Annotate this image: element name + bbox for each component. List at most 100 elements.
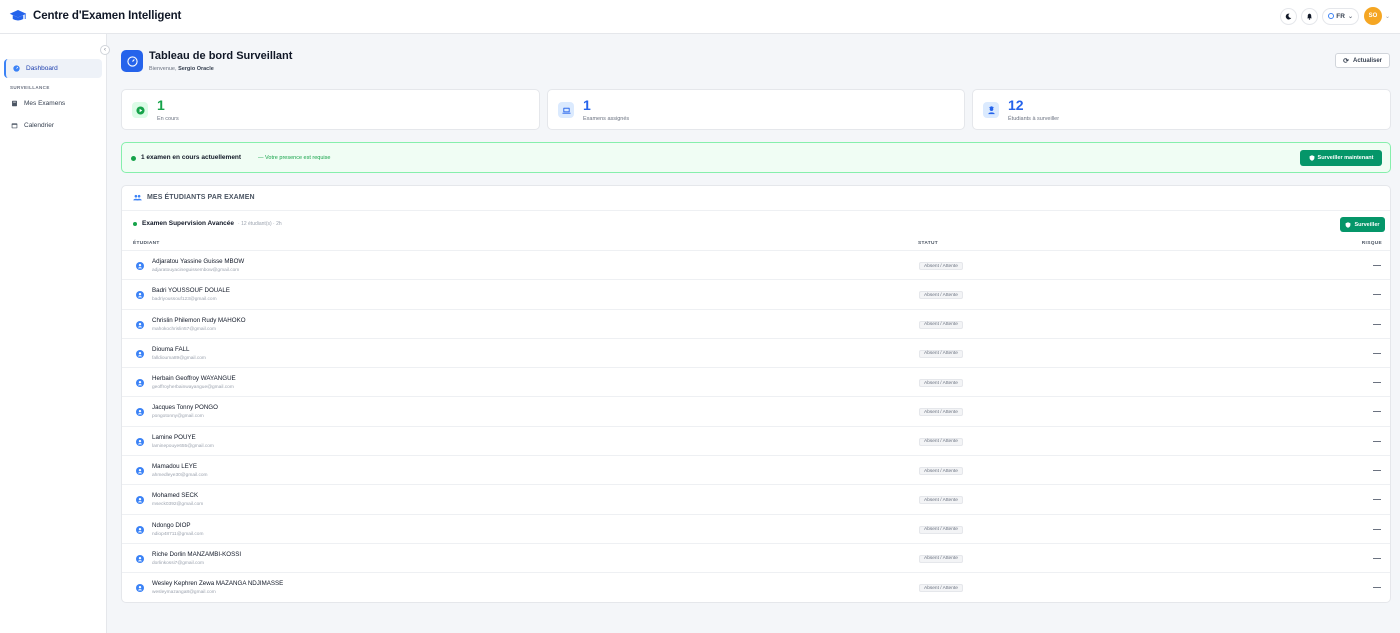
table-row[interactable]: Chrislin Philemon Rudy MAHOKO mahokochris… [122, 308, 1390, 338]
status-badge: Absent / Attente [919, 525, 963, 534]
table-row[interactable]: Mohamed SECK mseck0392@gmail.com Absent / … [122, 484, 1390, 513]
risk-value [1373, 294, 1381, 296]
sidebar-section-label: SURVEILLANCE [10, 85, 50, 90]
exam-name: Examen Supervision Avancée [142, 220, 235, 227]
top-bar: Centre d'Examen Intelligent FR ⌄ SO ⌄ [0, 0, 1400, 34]
student-name: Chrislin Philemon Rudy MAHOKO [152, 316, 246, 324]
user-icon [136, 408, 144, 417]
stat-value: 12 [1008, 97, 1024, 113]
user-icon [136, 554, 144, 563]
student-name: Jacques Tonny PONGO [152, 404, 218, 412]
risk-value [1373, 528, 1381, 530]
sidebar-collapse-button[interactable]: ‹ [100, 45, 110, 55]
exam-header: Examen Supervision Avancée · 12 étudiant… [133, 220, 282, 227]
status-badge: Absent / Attente [919, 379, 963, 388]
globe-icon [1328, 13, 1335, 19]
user-icon [136, 262, 144, 270]
alert-title: 1 examen en cours actuellement [141, 154, 242, 161]
sidebar-item-label: Dashboard [26, 65, 58, 72]
student-name: Riche Dorlin MANZAMBI-KOSSI [152, 550, 242, 558]
surveiller-maintenant-button[interactable]: Surveiller maintenant [1300, 150, 1382, 166]
status-badge: Absent / Attente [919, 467, 963, 476]
status-badge: Absent / Attente [919, 262, 963, 270]
student-email: ahmedleye30@gmail.com [152, 473, 208, 479]
stat-label: Examens assignés [583, 116, 630, 122]
notifications-button[interactable] [1301, 7, 1319, 25]
brand[interactable]: Centre d'Examen Intelligent [9, 9, 181, 23]
user-icon [136, 437, 144, 446]
book-icon [11, 100, 18, 107]
user-avatar[interactable]: SO [1363, 7, 1382, 25]
student-email: badriyoussouf123@gmail.com [152, 297, 217, 303]
status-badge: Absent / Attente [919, 320, 963, 329]
chevron-down-icon: ⌄ [1347, 13, 1353, 20]
table-row[interactable]: Diouma FALL falldiouma89@gmail.com Absent … [122, 337, 1390, 367]
column-header-risk: RISQUE [1361, 241, 1382, 246]
user-icon [136, 320, 144, 329]
users-icon [133, 194, 142, 201]
status-badge: Absent / Attente [919, 554, 963, 563]
student-name: Adjaratou Yassine Guisse MBOW [152, 258, 245, 265]
risk-value [1373, 352, 1381, 354]
student-email: laminepouye655@gmail.com [152, 443, 214, 449]
user-icon [136, 496, 144, 505]
welcome-text: Bienvenue, Sergio Oracle [149, 66, 292, 72]
calendar-icon [11, 122, 18, 129]
risk-value [1373, 440, 1381, 442]
sidebar-item-label: Calendrier [24, 122, 54, 129]
user-icon [136, 467, 144, 476]
table-row[interactable]: Wesley Kephren Zewa MAZANGA NDJIMASSE wes… [122, 572, 1390, 601]
welcome-prefix: Bienvenue, [149, 66, 177, 72]
status-badge: Absent / Attente [919, 349, 963, 358]
table-row[interactable]: Badri YOUSSOUF DOUALE badriyoussouf123@gm… [122, 279, 1390, 308]
dashboard-icon [13, 65, 20, 72]
play-icon [132, 102, 148, 118]
student-email: pongotonny@gmail.com [152, 414, 204, 420]
panel-title: MES ÉTUDIANTS PAR EXAMEN [133, 194, 255, 201]
user-icon [136, 349, 144, 358]
refresh-button[interactable]: ⟳ Actualiser [1335, 53, 1390, 68]
table-row[interactable]: Riche Dorlin MANZAMBI-KOSSI dorlinkossi7@… [122, 542, 1390, 572]
table-row[interactable]: Jacques Tonny PONGO pongotonny@gmail.com A… [122, 396, 1390, 425]
table-row[interactable]: Adjaratou Yassine Guisse MBOW adjaratouya… [122, 250, 1390, 279]
student-email: wesleymazanga8@gmail.com [152, 590, 216, 596]
main-content: Tableau de bord Surveillant Bienvenue, S… [107, 34, 1400, 633]
live-dot-icon [131, 156, 136, 161]
graduation-cap-icon [9, 10, 27, 21]
language-selector[interactable]: FR ⌄ [1322, 7, 1359, 25]
table-row[interactable]: Lamine POUYE laminepouye655@gmail.com Abse… [122, 425, 1390, 455]
student-email: falldiouma89@gmail.com [152, 355, 206, 361]
user-icon [136, 584, 144, 593]
student-name: Wesley Kephren Zewa MAZANGA NDJIMASSE [152, 580, 284, 588]
sidebar-item-dashboard[interactable]: Dashboard [4, 59, 102, 78]
user-icon [136, 525, 144, 534]
stat-card-en-cours: 1 En cours [121, 89, 540, 130]
status-badge: Absent / Attente [919, 437, 963, 446]
risk-value [1373, 499, 1381, 501]
page-title: Tableau de bord Surveillant [149, 50, 293, 62]
sidebar-item-mes-examens[interactable]: Mes Examens [4, 94, 102, 113]
user-icon [136, 291, 144, 300]
table-row[interactable]: Ndongo DIOP ndiop48711@gmail.com Absent / … [122, 513, 1390, 543]
sidebar-item-calendrier[interactable]: Calendrier [4, 116, 102, 135]
students-table-body: Adjaratou Yassine Guisse MBOW adjaratouya… [122, 250, 1390, 602]
user-name: Sergio Oracle [178, 66, 214, 72]
status-badge: Absent / Attente [919, 584, 963, 593]
student-icon [983, 102, 999, 118]
theme-toggle-button[interactable] [1280, 7, 1298, 25]
laptop-icon [558, 102, 574, 118]
chevron-down-icon[interactable]: ⌄ [1385, 13, 1390, 20]
column-header-student: ÉTUDIANT [133, 241, 160, 246]
risk-value [1373, 587, 1381, 589]
dashboard-icon [121, 50, 143, 72]
risk-value [1373, 470, 1381, 472]
table-row[interactable]: Herbain Geoffroy WAYANGUE geoffroyherbain… [122, 367, 1390, 396]
student-name: Mamadou LEYE [152, 463, 198, 471]
bell-icon [1307, 13, 1313, 20]
table-row[interactable]: Mamadou LEYE ahmedleye30@gmail.com Absent … [122, 455, 1390, 484]
student-email: geoffroyherbainwayangue@gmail.com [152, 385, 234, 391]
app-title: Centre d'Examen Intelligent [33, 10, 182, 22]
button-label: Surveiller [1354, 221, 1380, 228]
surveiller-button[interactable]: Surveiller [1340, 217, 1385, 232]
moon-icon [1286, 13, 1292, 19]
